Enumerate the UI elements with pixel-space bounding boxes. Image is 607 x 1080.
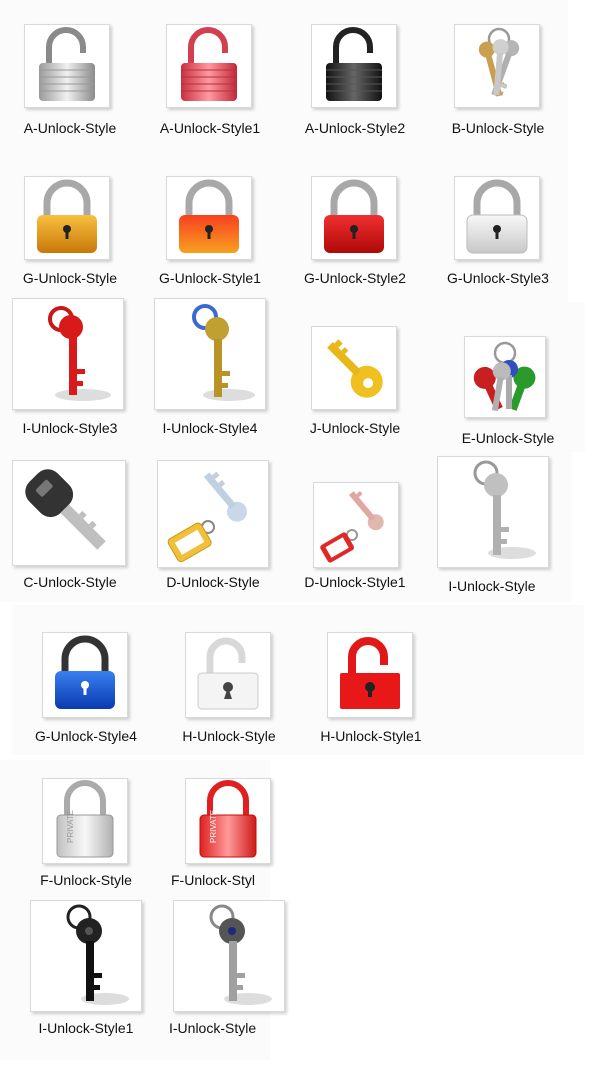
icon-tile[interactable]: PRIVATE F-Unlock-Style <box>16 776 156 906</box>
icon-tile[interactable]: G-Unlock-Style2 <box>285 174 425 304</box>
icon-label: H-Unlock-Style1 <box>320 728 422 744</box>
white-padlock-icon <box>454 176 540 260</box>
pink-unlocked-padlock-icon <box>166 24 252 108</box>
icon-label: I-Unlock-Style3 <box>22 420 118 436</box>
icon-label: I-Unlock-Style <box>169 1020 257 1036</box>
icon-tile[interactable]: G-Unlock-Style1 <box>140 174 280 304</box>
red-padlock-icon <box>311 176 397 260</box>
icon-label: A-Unlock-Style1 <box>159 120 261 136</box>
red-orange-padlock-icon <box>166 176 252 260</box>
icon-tile[interactable]: G-Unlock-Style <box>0 174 140 304</box>
car-key-icon <box>12 460 126 566</box>
icon-label: A-Unlock-Style <box>23 120 117 136</box>
icon-tile[interactable]: H-Unlock-Style <box>159 630 299 760</box>
icon-label: C-Unlock-Style <box>23 574 117 590</box>
icon-label: B-Unlock-Style <box>451 120 545 136</box>
icon-label: I-Unlock-Style4 <box>162 420 258 436</box>
icon-tile[interactable]: E-Unlock-Style <box>438 296 578 446</box>
yellow-key-icon <box>311 326 397 410</box>
icon-label: D-Unlock-Style1 <box>304 574 406 590</box>
key-with-red-tag-icon <box>313 482 399 568</box>
icon-label: E-Unlock-Style <box>461 430 555 446</box>
icon-tile[interactable]: H-Unlock-Style1 <box>301 630 441 760</box>
icon-label: G-Unlock-Style2 <box>304 270 406 286</box>
key-bunch-icon <box>454 24 540 108</box>
private-stamp: PRIVATE <box>209 810 218 843</box>
dark-silver-key-icon <box>173 900 285 1012</box>
white-open-padlock-icon <box>185 632 271 718</box>
red-private-padlock-icon: PRIVATE <box>185 778 271 864</box>
red-open-padlock-icon <box>327 632 413 718</box>
icon-tile[interactable]: A-Unlock-Style1 <box>140 22 280 152</box>
icon-label: J-Unlock-Style <box>309 420 401 436</box>
icon-tile[interactable]: I-Unlock-Style3 <box>0 296 140 436</box>
icon-tile[interactable]: I-Unlock-Style1 <box>16 900 156 1036</box>
icon-tile[interactable]: C-Unlock-Style <box>0 458 140 590</box>
icon-tile[interactable]: D-Unlock-Style <box>143 458 283 590</box>
silver-key-icon <box>437 456 549 568</box>
icon-label: H-Unlock-Style <box>182 728 276 744</box>
key-with-tag-icon <box>157 460 269 568</box>
icon-label: D-Unlock-Style <box>166 574 260 590</box>
icon-tile[interactable]: A-Unlock-Style2 <box>285 22 425 152</box>
icon-tile[interactable]: G-Unlock-Style4 <box>16 630 156 760</box>
black-key-icon <box>30 900 142 1012</box>
icon-tile[interactable]: I-Unlock-Style <box>159 900 299 1036</box>
private-stamp: PRIVATE <box>66 810 75 843</box>
red-key-icon <box>12 298 124 410</box>
icon-tile[interactable]: I-Unlock-Style <box>437 454 577 594</box>
icon-tile[interactable]: J-Unlock-Style <box>285 296 425 436</box>
silver-private-padlock-icon: PRIVATE <box>42 778 128 864</box>
icon-tile[interactable]: PRIVATE F-Unlock-Styl <box>159 776 299 906</box>
icon-label: G-Unlock-Style3 <box>447 270 549 286</box>
icon-label: F-Unlock-Style <box>40 872 132 888</box>
blue-padlock-icon <box>42 632 128 718</box>
icon-label: G-Unlock-Style <box>22 270 118 286</box>
icon-label: G-Unlock-Style4 <box>35 728 137 744</box>
colored-keys-icon <box>464 336 546 418</box>
icon-label: G-Unlock-Style1 <box>159 270 261 286</box>
icon-tile[interactable]: D-Unlock-Style1 <box>285 458 425 590</box>
black-unlocked-padlock-icon <box>311 24 397 108</box>
silver-unlocked-padlock-icon <box>24 24 110 108</box>
icon-label: F-Unlock-Styl <box>171 872 256 888</box>
icon-label: I-Unlock-Style <box>448 578 536 594</box>
icon-tile[interactable]: B-Unlock-Style <box>428 22 568 152</box>
icon-label: A-Unlock-Style2 <box>304 120 406 136</box>
orange-padlock-icon <box>24 176 110 260</box>
gold-key-icon <box>154 298 266 410</box>
icon-label: I-Unlock-Style1 <box>38 1020 134 1036</box>
icon-tile[interactable]: G-Unlock-Style3 <box>428 174 568 304</box>
icon-tile[interactable]: A-Unlock-Style <box>0 22 140 152</box>
icon-tile[interactable]: I-Unlock-Style4 <box>140 296 280 436</box>
